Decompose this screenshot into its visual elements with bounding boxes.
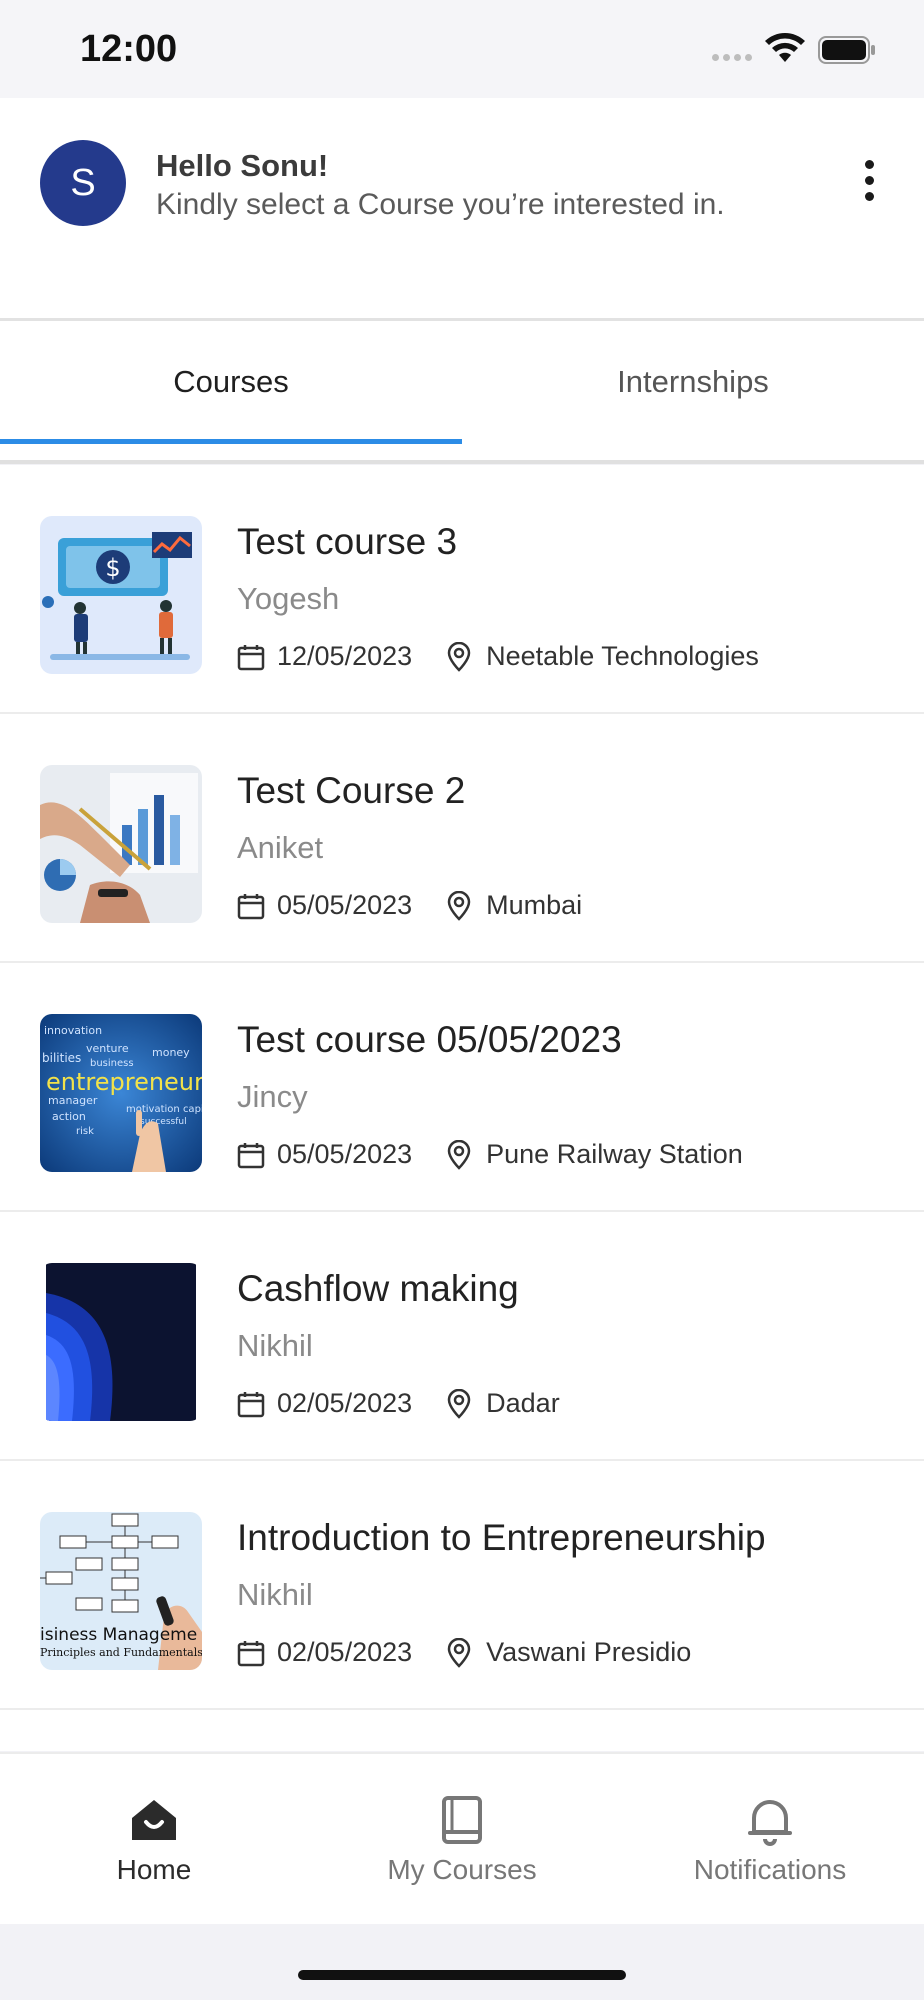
course-list-item[interactable]: isiness Manageme Principles and Fundamen… bbox=[0, 1461, 924, 1710]
course-location: Mumbai bbox=[486, 890, 583, 920]
svg-text:risk: risk bbox=[76, 1126, 94, 1137]
nav-home[interactable]: Home bbox=[0, 1754, 308, 1926]
greeting-subtitle: Kindly select a Course you’re interested… bbox=[156, 188, 725, 221]
calendar-icon bbox=[237, 1640, 265, 1666]
bell-icon bbox=[748, 1800, 792, 1846]
tabs-divider bbox=[0, 460, 924, 464]
bottom-navigation: Home My Courses Notifications bbox=[0, 1752, 924, 1924]
course-list-item[interactable]: Cashflow making Nikhil 02/05/2023 Dadar bbox=[0, 1212, 924, 1461]
course-title: Cashflow making bbox=[237, 1268, 519, 1309]
course-list-item[interactable]: $ Test course 3 Yogesh 12/05/2023 Neetab… bbox=[0, 465, 924, 714]
home-icon bbox=[132, 1800, 176, 1840]
svg-text:bilities: bilities bbox=[42, 1051, 81, 1065]
course-meta: 02/05/2023 Vaswani Presidio bbox=[237, 1637, 691, 1668]
battery-icon bbox=[818, 36, 875, 64]
cellular-signal-icon bbox=[712, 54, 752, 61]
course-date: 02/05/2023 bbox=[277, 1388, 413, 1418]
location-pin-icon bbox=[447, 890, 471, 921]
course-title: Test course 3 bbox=[237, 521, 458, 562]
calendar-icon bbox=[237, 1142, 265, 1168]
course-title: Test Course 2 bbox=[237, 770, 466, 811]
course-instructor: Aniket bbox=[237, 830, 324, 865]
book-icon bbox=[442, 1796, 482, 1844]
active-tab-indicator bbox=[0, 439, 462, 444]
course-thumbnail: $ bbox=[40, 516, 202, 674]
course-thumbnail bbox=[40, 1263, 202, 1421]
calendar-icon bbox=[237, 644, 265, 670]
course-meta: 05/05/2023 Mumbai bbox=[237, 890, 582, 921]
course-thumbnail: isiness Manageme Principles and Fundamen… bbox=[40, 1512, 202, 1670]
more-vertical-icon[interactable] bbox=[860, 160, 878, 206]
course-date: 05/05/2023 bbox=[277, 890, 413, 920]
course-instructor: Nikhil bbox=[237, 1328, 313, 1363]
svg-text:innovation: innovation bbox=[44, 1024, 102, 1037]
course-thumbnail bbox=[40, 765, 202, 923]
nav-notifications-label: Notifications bbox=[693, 1854, 847, 1885]
home-indicator[interactable] bbox=[298, 1970, 626, 1980]
tab-internships[interactable]: Internships bbox=[462, 321, 924, 443]
course-instructor: Yogesh bbox=[237, 581, 340, 616]
nav-home-label: Home bbox=[116, 1854, 192, 1885]
location-pin-icon bbox=[447, 1388, 471, 1419]
avatar[interactable]: S bbox=[40, 140, 126, 226]
course-date: 05/05/2023 bbox=[277, 1139, 413, 1169]
course-list: $ Test course 3 Yogesh 12/05/2023 Neetab… bbox=[0, 465, 924, 1751]
greeting-title: Hello Sonu! bbox=[156, 148, 329, 183]
svg-text:money: money bbox=[152, 1046, 190, 1059]
course-title: Introduction to Entrepreneurship bbox=[237, 1517, 766, 1558]
svg-text:entrepreneur: entrepreneur bbox=[46, 1068, 202, 1096]
course-list-item[interactable]: innovation venture money bilities busine… bbox=[0, 963, 924, 1212]
course-location: Pune Railway Station bbox=[486, 1139, 743, 1169]
tab-bar: Courses Internships bbox=[0, 321, 924, 464]
course-list-item[interactable]: Test Course 2 Aniket 05/05/2023 Mumbai bbox=[0, 714, 924, 963]
wifi-icon bbox=[765, 33, 805, 62]
calendar-icon bbox=[237, 893, 265, 919]
calendar-icon bbox=[237, 1391, 265, 1417]
nav-my-courses[interactable]: My Courses bbox=[308, 1754, 616, 1926]
course-instructor: Nikhil bbox=[237, 1577, 313, 1612]
course-meta: 12/05/2023 Neetable Technologies bbox=[237, 641, 759, 672]
status-time: 12:00 bbox=[80, 28, 178, 70]
course-meta: 02/05/2023 Dadar bbox=[237, 1388, 560, 1419]
course-location: Vaswani Presidio bbox=[486, 1637, 692, 1667]
svg-text:isiness Manageme: isiness Manageme bbox=[40, 1625, 197, 1645]
svg-text:venture: venture bbox=[86, 1042, 129, 1055]
course-instructor: Jincy bbox=[237, 1079, 308, 1114]
svg-text:action: action bbox=[52, 1110, 86, 1123]
course-date: 02/05/2023 bbox=[277, 1637, 413, 1667]
nav-notifications[interactable]: Notifications bbox=[616, 1754, 924, 1926]
tab-courses[interactable]: Courses bbox=[0, 321, 462, 443]
app-header: S Hello Sonu! Kindly select a Course you… bbox=[0, 98, 924, 320]
svg-text:$: $ bbox=[105, 554, 120, 582]
course-date: 12/05/2023 bbox=[277, 641, 413, 671]
course-location: Dadar bbox=[486, 1388, 560, 1418]
course-thumbnail: innovation venture money bilities busine… bbox=[40, 1014, 202, 1172]
course-location: Neetable Technologies bbox=[486, 641, 759, 671]
course-title: Test course 05/05/2023 bbox=[237, 1019, 622, 1060]
location-pin-icon bbox=[447, 641, 471, 672]
nav-my-courses-label: My Courses bbox=[387, 1854, 537, 1885]
location-pin-icon bbox=[447, 1637, 471, 1668]
location-pin-icon bbox=[447, 1139, 471, 1170]
course-meta: 05/05/2023 Pune Railway Station bbox=[237, 1139, 743, 1170]
status-bar: 12:00 bbox=[0, 0, 924, 98]
svg-text:Principles and Fundamentals: Principles and Fundamentals bbox=[40, 1646, 202, 1659]
